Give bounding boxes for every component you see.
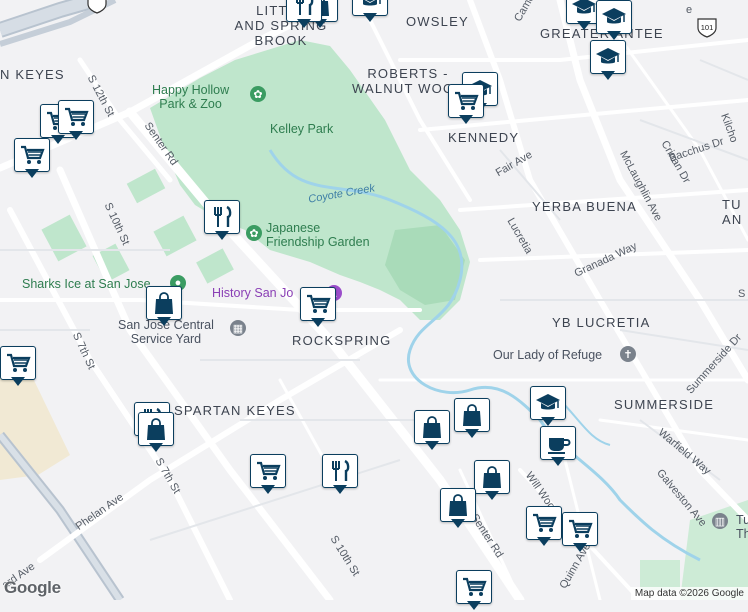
restaurant-marker[interactable] [204,200,240,242]
cart-marker[interactable] [14,138,50,180]
label-owsley: OWSLEY [406,14,469,29]
cart-marker[interactable] [0,346,36,388]
highway-101-shield-right: 101 [697,18,717,38]
shop-marker[interactable] [454,398,490,440]
cafe-icon [548,438,571,454]
cart-icon [463,577,487,596]
cart-icon [533,513,557,532]
label-kelley-park[interactable]: Kelley Park [270,122,333,136]
zoo-icon: ✿ [250,86,266,102]
shop-icon [449,494,467,516]
cart-icon [307,294,331,313]
label-japanese-garden[interactable]: Japanese Friendship Garden [266,221,370,249]
school-icon [596,48,620,64]
label-tu-an: TU AN [722,197,743,227]
svg-text:101: 101 [701,23,714,32]
shop-marker[interactable] [414,410,450,452]
school-icon [363,0,381,6]
book-icon: ▥ [712,513,728,529]
label-yerba-buena: YERBA BUENA [532,199,637,214]
label-yb-lucretia: YB LUCRETIA [552,315,651,330]
cart-marker[interactable] [562,512,598,554]
label-sharks-ice[interactable]: Sharks Ice at San Jose [22,277,151,291]
cart-icon [455,91,479,110]
shop-icon [423,416,441,438]
school-icon [572,0,596,14]
label-spartan-keyes: SPARTAN KEYES [174,403,296,418]
shop-marker[interactable] [474,460,510,502]
school-icon [536,394,560,410]
cart-icon [7,353,31,372]
shop-marker[interactable] [440,488,476,530]
label-tu-place[interactable]: Tu Th [736,513,748,541]
restaurant-icon [296,0,314,15]
street-s-short: S [738,288,746,300]
label-kennedy: KENNEDY [448,130,520,145]
school-icon [602,8,626,24]
cafe-marker[interactable] [540,426,576,468]
label-history-sj[interactable]: History San Jo [212,286,293,300]
restaurant-icon [214,205,232,227]
restaurant-marker[interactable] [286,0,322,30]
street-e-short: e [686,4,693,16]
shop-marker[interactable] [146,286,182,328]
cart-marker[interactable] [58,100,94,142]
restaurant-icon [332,459,350,481]
label-rockspring: ROCKSPRING [292,333,392,348]
school-marker[interactable] [590,40,626,82]
cart-marker[interactable] [448,84,484,126]
school-marker[interactable] [352,0,388,24]
restaurant-marker[interactable] [322,454,358,496]
cart-marker[interactable] [300,287,336,329]
cart-icon [569,519,593,538]
cart-marker[interactable] [456,570,492,612]
label-happy-hollow[interactable]: Happy Hollow Park & Zoo [152,83,229,111]
map-attribution: Map data ©2026 Google [630,587,748,600]
shop-marker[interactable] [138,412,174,454]
shop-icon [155,292,173,314]
government-icon: ▦ [230,320,246,336]
church-icon: ✝ [620,346,636,362]
cart-icon [257,461,281,480]
cart-marker[interactable] [526,506,562,548]
cart-marker[interactable] [250,454,286,496]
cart-icon [21,145,45,164]
google-logo[interactable]: Google [4,578,61,598]
school-marker[interactable] [530,386,566,428]
label-lady-refuge[interactable]: Our Lady of Refuge [493,348,602,362]
garden-icon: ✿ [246,225,262,241]
label-summerside: SUMMERSIDE [614,397,715,412]
shop-icon [463,404,481,426]
school-marker[interactable] [596,0,632,42]
shop-icon [147,418,165,440]
highway-101-shield [87,0,107,14]
cart-icon [65,107,89,126]
label-keyes: N KEYES [0,67,65,82]
shop-icon [483,466,501,488]
